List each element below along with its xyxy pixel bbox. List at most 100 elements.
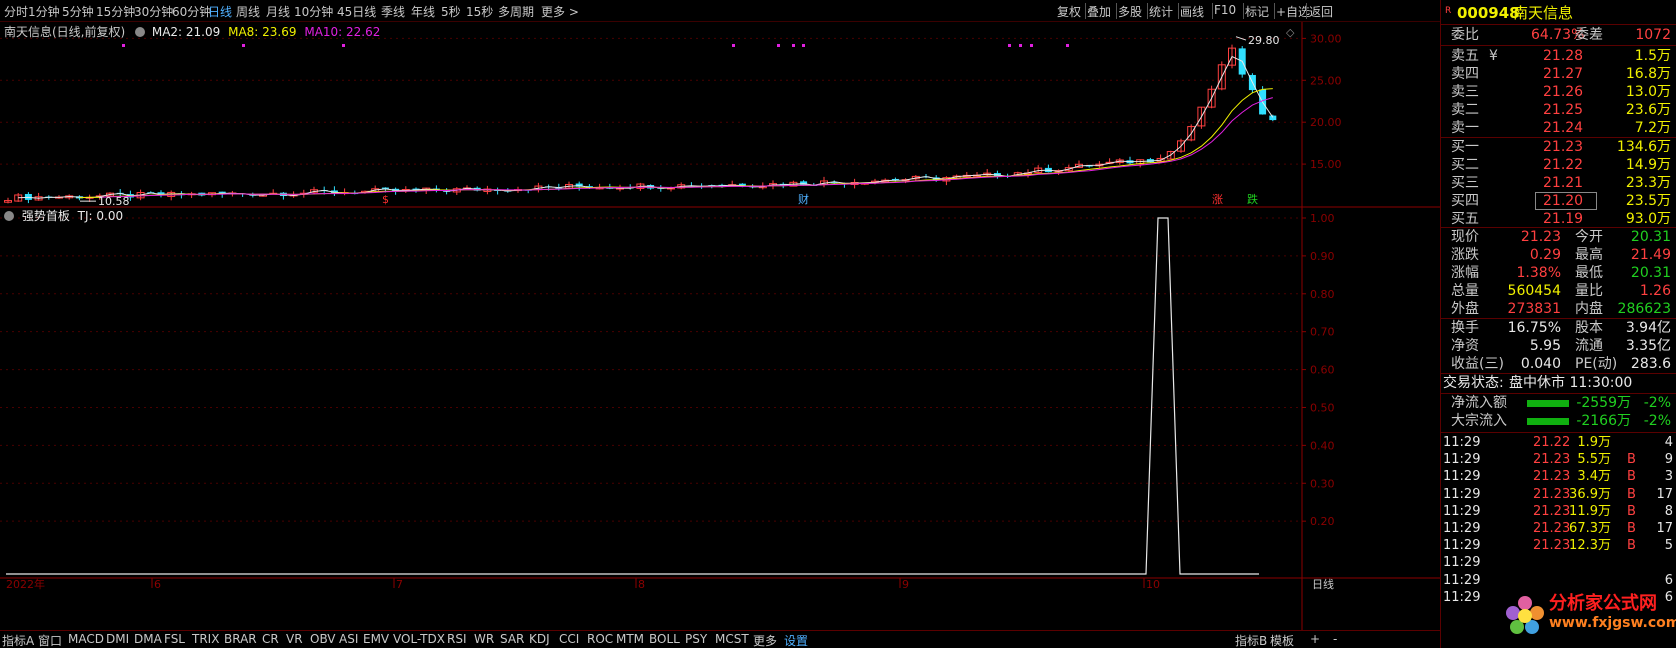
kline-chart[interactable]: 30.00 25.00 20.00 15.00 1.00 0.90 0.80 0.70 0.60… <box>0 22 1440 630</box>
indicator-tab[interactable]: MCST <box>715 632 749 646</box>
indicator-tab[interactable]: PSY <box>685 632 707 646</box>
indicator-tab[interactable]: BRAR <box>224 632 257 646</box>
toolbar-button[interactable]: 复权 <box>1057 3 1081 20</box>
tick-row[interactable]: 11:29 21.23 5.5万 B 9 <box>1441 450 1676 469</box>
period-tab[interactable]: 45日线 <box>337 3 376 20</box>
weibi-label: 委比 <box>1451 27 1479 43</box>
period-tab[interactable]: 5秒 <box>441 3 461 20</box>
asks-price: 21.28 <box>1543 48 1584 64</box>
bids-volume: 134.6万 <box>1616 139 1671 155</box>
tick-row[interactable]: 11:29 21.23 67.3万 B 17 <box>1441 519 1676 538</box>
toolbar-button[interactable]: +自选 <box>1276 3 1310 20</box>
period-tab[interactable]: 30分钟 <box>134 3 173 20</box>
period-tab[interactable]: 10分钟 <box>294 3 333 20</box>
tick-side: B <box>1627 538 1636 554</box>
period-tab[interactable]: 年线 <box>411 3 435 20</box>
period-tab[interactable]: 5分钟 <box>62 3 94 20</box>
time-tick-label: 6 <box>154 578 161 591</box>
indicator-tab[interactable]: 窗口 <box>38 632 62 648</box>
indicator-tab[interactable]: 设置 <box>784 632 808 648</box>
tick-side: B <box>1627 486 1636 502</box>
indicator-tab[interactable]: BOLL <box>649 632 680 646</box>
period-tab[interactable]: 15秒 <box>466 3 493 20</box>
asks-row: 卖五 21.28 1.5万 ¥ <box>1441 47 1676 66</box>
tick-row[interactable]: 11:29 21.23 12.3万 B 5 <box>1441 536 1676 555</box>
indicator-tab[interactable]: ROC <box>587 632 613 646</box>
indicator-tab[interactable]: OBV <box>310 632 336 646</box>
toolbar-button[interactable]: 叠加 <box>1087 3 1111 20</box>
tick-row[interactable]: 11:29 21.23 36.9万 B 17 <box>1441 485 1676 504</box>
toolbar-divider <box>1178 3 1179 19</box>
indicator-tick-label: 0.40 <box>1310 439 1335 452</box>
indicator-tab[interactable]: CR <box>262 632 279 646</box>
bids-label: 买二 <box>1451 157 1479 173</box>
signal-dot <box>242 44 245 47</box>
tick-row[interactable]: 11:29 21.23 11.9万 B 8 <box>1441 502 1676 521</box>
indicator-tab[interactable]: RSI <box>447 632 467 646</box>
toolbar-button[interactable]: 统计 <box>1149 3 1173 20</box>
indicator-tab[interactable]: TRIX <box>192 632 219 646</box>
indicator-tab[interactable]: EMV <box>363 632 389 646</box>
event-marker[interactable]: 跌 <box>1247 192 1258 206</box>
toolbar-button[interactable]: 返回 <box>1309 3 1333 20</box>
bottom-right-button[interactable]: 指标B <box>1235 632 1267 648</box>
period-tab[interactable]: 更多 > <box>541 3 579 20</box>
collapse-icon[interactable] <box>4 211 14 221</box>
asks-volume: 23.6万 <box>1625 102 1671 118</box>
period-tab[interactable]: 季线 <box>381 3 405 20</box>
indicator-tab[interactable]: MACD <box>68 632 104 646</box>
tick-time: 11:29 <box>1443 521 1481 536</box>
tick-row[interactable]: 11:29 21.22 1.9万 4 <box>1441 433 1676 452</box>
indicator-tab[interactable]: ASI <box>339 632 358 646</box>
period-tab[interactable]: 日线 <box>208 3 232 20</box>
stat-value: 20.31 <box>1630 229 1671 245</box>
indicator-tab[interactable]: DMA <box>134 632 162 646</box>
period-tab[interactable]: 多周期 <box>498 3 534 20</box>
event-marker[interactable]: $ <box>382 193 389 206</box>
period-tab[interactable]: 1分钟 <box>28 3 60 20</box>
bottom-right-button[interactable]: 模板 <box>1270 632 1294 648</box>
stat-label: 流通 <box>1575 338 1603 354</box>
indicator-tick-label: 0.70 <box>1310 326 1335 339</box>
indicator-tab[interactable]: VR <box>286 632 303 646</box>
indicator-tab[interactable]: 指标A <box>2 632 34 648</box>
indicator-tab[interactable]: SAR <box>500 632 524 646</box>
tick-row[interactable]: 11:29 21.23 3.4万 B 3 <box>1441 467 1676 486</box>
indicator-tab[interactable]: VOL-TDX <box>393 632 445 646</box>
tick-count: 4 <box>1664 435 1673 450</box>
settings-diamond-icon[interactable]: ◇ <box>1286 26 1295 39</box>
bottom-right-button[interactable]: + <box>1310 632 1320 646</box>
indicator-tab[interactable]: KDJ <box>529 632 550 646</box>
period-tab[interactable]: 月线 <box>266 3 290 20</box>
period-tab[interactable]: 分时 <box>4 3 28 20</box>
collapse-icon[interactable] <box>135 27 146 37</box>
asks-price: 21.24 <box>1543 120 1584 136</box>
indicator-tab[interactable]: CCI <box>559 632 579 646</box>
tick-volume: 11.9万 <box>1569 503 1611 519</box>
flow-label: 大宗流入 <box>1451 413 1507 429</box>
indicator-tab[interactable]: FSL <box>164 632 185 646</box>
ma2-label: MA2: 21.09 <box>151 25 221 39</box>
indicator-tab[interactable]: DMI <box>106 632 129 646</box>
tick-time: 11:29 <box>1443 469 1481 485</box>
period-tab[interactable]: 周线 <box>236 3 260 20</box>
stat-row: 净资 5.95 流通 3.35亿 <box>1441 337 1676 356</box>
period-tab[interactable]: 60分钟 <box>172 3 211 20</box>
toolbar-button[interactable]: 标记 <box>1245 3 1269 20</box>
tick-volume: 36.9万 <box>1569 486 1611 502</box>
indicator-tick-label: 0.30 <box>1310 477 1335 490</box>
indicator-tab[interactable]: MTM <box>616 632 644 646</box>
candle-body <box>1269 115 1277 121</box>
toolbar-button[interactable]: F10 <box>1214 3 1236 17</box>
tick-row[interactable]: 11:29 <box>1441 553 1676 572</box>
bottom-right-button[interactable]: - <box>1333 632 1337 646</box>
indicator-tab[interactable]: WR <box>474 632 494 646</box>
period-tab[interactable]: 15分钟 <box>96 3 135 20</box>
event-marker[interactable]: 涨 <box>1212 193 1223 206</box>
toolbar-button[interactable]: 画线 <box>1180 3 1204 20</box>
toolbar-button[interactable]: 多股 <box>1118 3 1142 20</box>
event-marker[interactable]: 财 <box>798 192 809 206</box>
indicator-tab[interactable]: 更多 <box>753 632 777 648</box>
signal-dot <box>802 44 805 47</box>
stat-label: PE(动) <box>1575 356 1618 372</box>
